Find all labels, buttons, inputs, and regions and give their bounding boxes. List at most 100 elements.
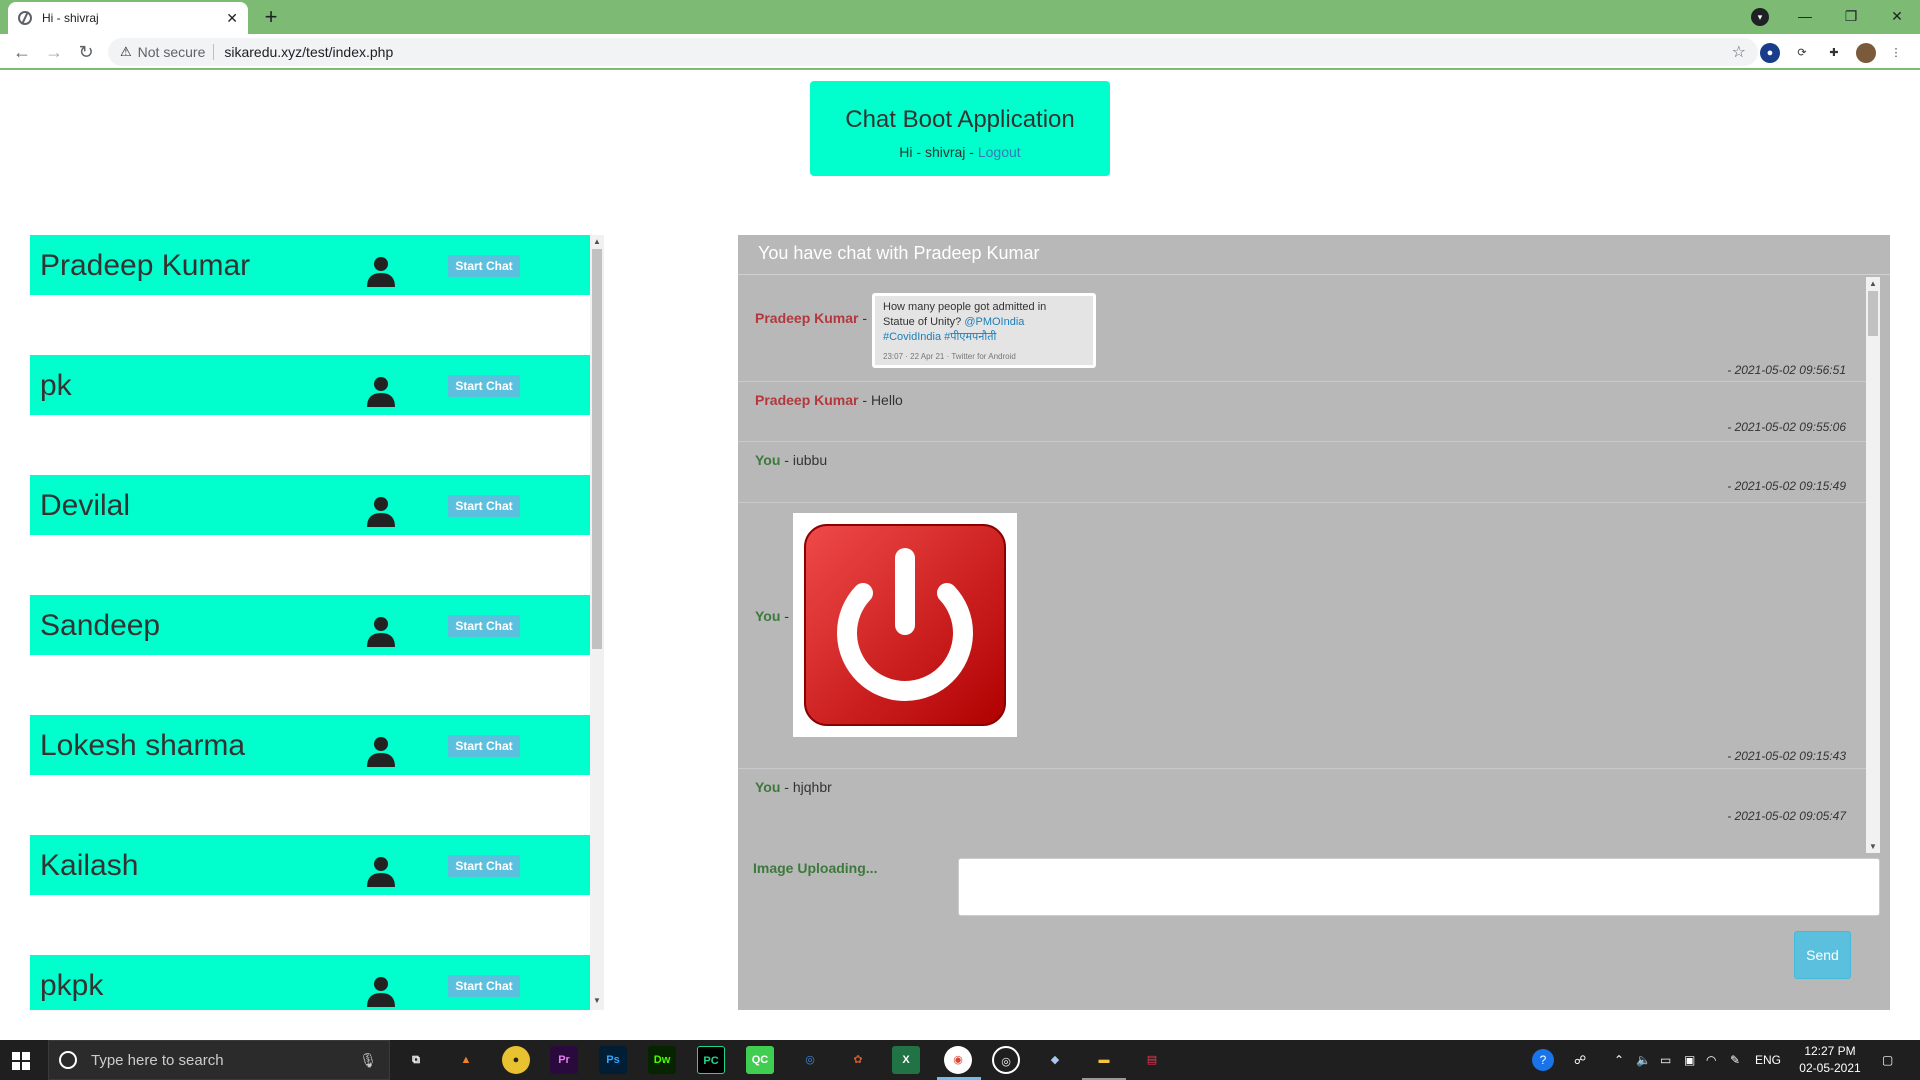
start-chat-button[interactable]: Start Chat	[448, 855, 520, 877]
extension-icon[interactable]: ●	[1760, 43, 1780, 63]
help-icon[interactable]: ?	[1532, 1049, 1554, 1071]
tab-search-icon[interactable]: ▾	[1751, 8, 1769, 26]
power-icon	[804, 524, 1006, 726]
dreamweaver-icon[interactable]: Dw	[648, 1046, 676, 1074]
warning-icon: ⚠	[120, 44, 132, 59]
start-chat-button[interactable]: Start Chat	[448, 255, 520, 277]
greeting: Hi - shivraj - Logout	[810, 144, 1110, 160]
vlc-icon[interactable]: ▲	[452, 1046, 480, 1074]
scroll-up-icon[interactable]: ▲	[590, 237, 604, 249]
chat-panel: You have chat with Pradeep Kumar Pradeep…	[738, 235, 1890, 1010]
message-time: - 2021-05-02 09:15:49	[1727, 479, 1846, 493]
user-list: Pradeep Kumar Start Chat pk Start Chat D…	[30, 235, 605, 1010]
battery-icon[interactable]: ▭	[1660, 1040, 1671, 1080]
notifications-icon[interactable]: ▢	[1882, 1040, 1893, 1080]
premiere-icon[interactable]: Pr	[550, 1046, 578, 1074]
cortana-icon	[59, 1051, 77, 1069]
menu-icon[interactable]: ⋮	[1886, 43, 1906, 63]
not-secure-label: Not secure	[137, 44, 206, 60]
app-icon[interactable]: ◆	[1041, 1046, 1069, 1074]
clock-date: 02-05-2021	[1799, 1061, 1861, 1075]
power-image[interactable]	[793, 513, 1017, 737]
message-row: Pradeep Kumar - Hello - 2021-05-02 09:55…	[738, 382, 1868, 442]
clock[interactable]: 12:27 PM 02-05-2021	[1790, 1043, 1870, 1077]
scrollbar-thumb[interactable]	[592, 249, 602, 649]
sender-separator: -	[858, 392, 871, 408]
bookmark-star-icon[interactable]: ☆	[1732, 42, 1746, 62]
scroll-up-icon[interactable]: ▲	[1866, 279, 1880, 288]
user-item: Kailash Start Chat	[30, 835, 590, 895]
wifi-icon[interactable]: ◠	[1706, 1040, 1716, 1080]
user-icon	[367, 497, 395, 527]
scrollbar-thumb[interactable]	[1868, 291, 1878, 336]
chat-scrollbar[interactable]: ▲ ▼	[1866, 277, 1880, 853]
qt-creator-icon[interactable]: QC	[746, 1046, 774, 1074]
microphone-icon[interactable]: 🎙	[359, 1052, 377, 1069]
pycharm-icon[interactable]: PC	[697, 1046, 725, 1074]
close-tab-icon[interactable]: ✕	[226, 10, 238, 27]
app-tray-icon[interactable]: ▣	[1684, 1040, 1695, 1080]
volume-icon[interactable]: 🔈	[1636, 1040, 1651, 1080]
app-icon[interactable]: ▤	[1138, 1046, 1166, 1074]
message-row: Pradeep Kumar - How many people got admi…	[738, 275, 1868, 382]
forward-icon[interactable]: →	[42, 40, 66, 64]
omnibox-divider	[213, 44, 215, 60]
greeting-text: Hi - shivraj -	[899, 144, 978, 160]
user-name: Sandeep	[40, 609, 161, 642]
taskbar: Type here to search 🎙 ⧉ ▲ ● Pr Ps Dw PC …	[0, 1040, 1920, 1080]
close-window-icon[interactable]: ✕	[1874, 0, 1920, 32]
app-icon[interactable]: ◎	[796, 1046, 824, 1074]
avatar[interactable]	[1856, 43, 1876, 63]
start-chat-button[interactable]: Start Chat	[448, 375, 520, 397]
clock-time: 12:27 PM	[1804, 1044, 1856, 1058]
user-icon	[367, 257, 395, 287]
logout-link[interactable]: Logout	[978, 144, 1021, 160]
app-icon[interactable]: ◎	[992, 1046, 1020, 1074]
language-indicator[interactable]: ENG	[1755, 1040, 1781, 1080]
reload-icon[interactable]: ↻	[74, 40, 98, 64]
sender-name: Pradeep Kumar	[755, 392, 859, 408]
puzzle-icon[interactable]: ✚	[1824, 43, 1844, 63]
sender-name: You	[755, 452, 781, 468]
user-list-scrollbar[interactable]: ▲ ▼	[590, 235, 604, 1010]
show-hidden-icons[interactable]: ⌃	[1614, 1040, 1624, 1080]
user-item: Pradeep Kumar Start Chat	[30, 235, 590, 295]
tweet-image[interactable]: How many people got admitted in Statue o…	[872, 293, 1096, 368]
start-chat-button[interactable]: Start Chat	[448, 735, 520, 757]
app-icon[interactable]: ✿	[844, 1046, 872, 1074]
address-bar[interactable]: ⚠ Not secure sikaredu.xyz/test/index.php…	[108, 38, 1758, 66]
user-icon	[367, 737, 395, 767]
windows-start-icon[interactable]	[12, 1052, 30, 1070]
file-explorer-icon[interactable]: ▬	[1090, 1046, 1118, 1074]
back-icon[interactable]: ←	[10, 40, 34, 64]
new-tab-button[interactable]: +	[258, 4, 284, 30]
taskbar-search[interactable]: Type here to search 🎙	[48, 1040, 390, 1080]
tab-title: Hi - shivraj	[42, 11, 99, 25]
user-item: pkpk Start Chat	[30, 955, 590, 1010]
task-view-icon[interactable]: ⧉	[402, 1046, 430, 1074]
start-chat-button[interactable]: Start Chat	[448, 615, 520, 637]
sender-name: You	[755, 608, 781, 624]
start-chat-button[interactable]: Start Chat	[448, 975, 520, 997]
browser-tab[interactable]: Hi - shivraj ✕	[8, 2, 248, 34]
scroll-down-icon[interactable]: ▼	[590, 996, 604, 1008]
message-sender: You -	[755, 608, 789, 624]
sync-icon[interactable]: ⟳	[1792, 43, 1812, 63]
app-icon[interactable]: ●	[502, 1046, 530, 1074]
url-text: sikaredu.xyz/test/index.php	[224, 44, 394, 60]
minimize-icon[interactable]: —	[1782, 0, 1828, 32]
user-icon	[367, 857, 395, 887]
message-time: - 2021-05-02 09:15:43	[1727, 749, 1846, 763]
chrome-icon[interactable]: ◉	[944, 1046, 972, 1074]
message-sender: You - iubbu	[755, 452, 827, 468]
browser-toolbar: ← → ↻ ⚠ Not secure sikaredu.xyz/test/ind…	[0, 34, 1920, 70]
start-chat-button[interactable]: Start Chat	[448, 495, 520, 517]
send-button[interactable]: Send	[1794, 931, 1851, 979]
people-icon[interactable]: ☍	[1574, 1040, 1586, 1080]
scroll-down-icon[interactable]: ▼	[1866, 842, 1880, 851]
excel-icon[interactable]: X	[892, 1046, 920, 1074]
message-input[interactable]	[958, 858, 1880, 916]
restore-icon[interactable]: ❐	[1828, 0, 1874, 32]
pen-icon[interactable]: ✎	[1730, 1040, 1740, 1080]
photoshop-icon[interactable]: Ps	[599, 1046, 627, 1074]
